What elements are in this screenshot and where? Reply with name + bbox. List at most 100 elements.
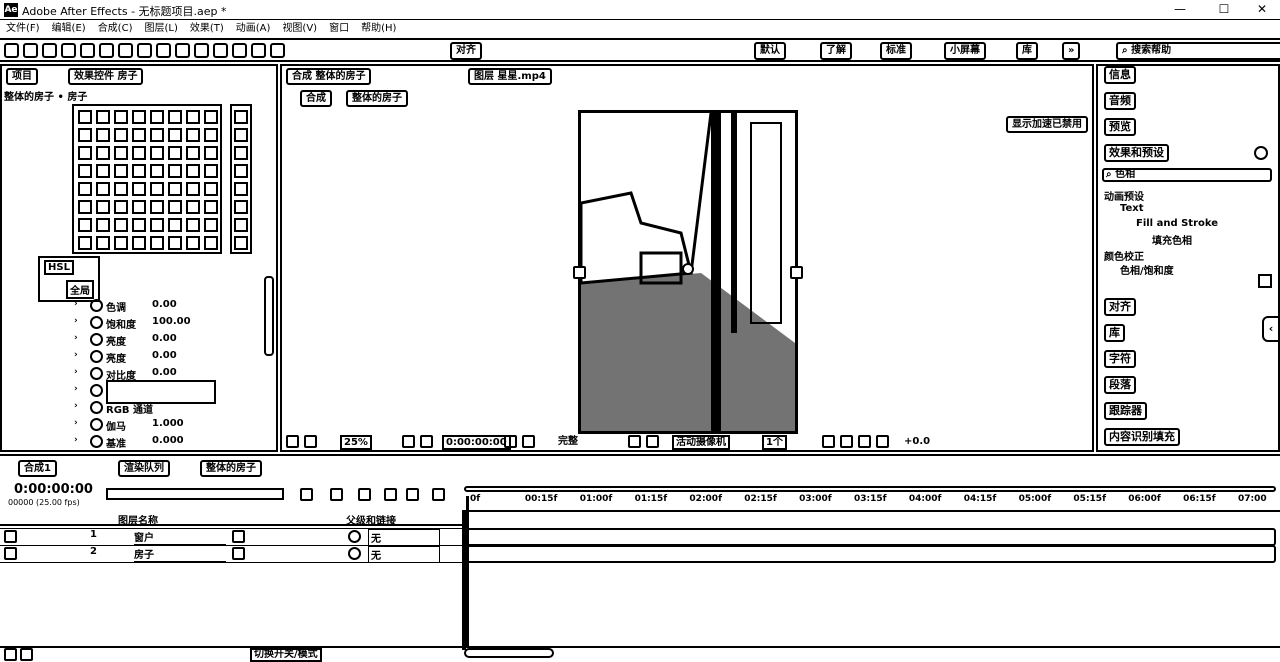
playhead[interactable] [466, 496, 469, 646]
zoom-tool-icon[interactable] [61, 43, 76, 58]
eye-icon[interactable] [4, 530, 17, 543]
stopwatch-icon[interactable] [90, 418, 103, 431]
panel-audio[interactable]: 音频 [1104, 92, 1136, 110]
layer-duration-bar[interactable] [466, 545, 1276, 563]
expand-arrow-icon[interactable]: › [74, 384, 78, 394]
stopwatch-icon[interactable] [90, 401, 103, 414]
menu-edit[interactable]: 编辑(E) [46, 20, 92, 38]
pick-whip-icon[interactable] [348, 547, 361, 560]
effects-tree-item[interactable]: 颜色校正 [1104, 248, 1144, 263]
vertical-scrollbar[interactable] [264, 276, 274, 356]
effects-tree-item[interactable]: 色相/饱和度 [1120, 262, 1174, 277]
expand-arrow-icon[interactable]: › [74, 299, 78, 309]
property-value[interactable]: 0.00 [152, 350, 177, 361]
workspace-small-screen[interactable]: 小屏幕 [944, 42, 986, 60]
menu-composition[interactable]: 合成(C) [92, 20, 139, 38]
camera-tool-icon[interactable] [99, 43, 114, 58]
menu-view[interactable]: 视图(V) [276, 20, 323, 38]
tab-render-queue[interactable]: 渲染队列 [118, 460, 170, 477]
graph-editor-icon[interactable] [432, 488, 445, 501]
effects-tree-item[interactable]: Fill and Stroke [1136, 218, 1218, 229]
panel-effects-presets[interactable]: 效果和预设 [1104, 144, 1169, 162]
roto-brush-tool-icon[interactable] [251, 43, 266, 58]
property-value[interactable]: 0.00 [152, 299, 177, 310]
panel-paragraph[interactable]: 段落 [1104, 376, 1136, 394]
shy-switch-icon[interactable] [232, 530, 245, 543]
luminance-slider[interactable] [230, 104, 252, 254]
exposure-value[interactable]: +0.0 [904, 435, 930, 448]
menu-file[interactable]: 文件(F) [0, 20, 46, 38]
menu-layer[interactable]: 图层(L) [138, 20, 183, 38]
grid-icon[interactable] [402, 435, 415, 448]
layer-switches-icon[interactable] [4, 648, 17, 661]
current-time-display[interactable]: 0:00:00:00 [442, 435, 511, 450]
property-value[interactable]: 0.00 [152, 333, 177, 344]
search-help-field[interactable]: ⌕ 搜索帮助 [1116, 42, 1280, 60]
right-handle[interactable] [790, 266, 803, 279]
parent-dropdown[interactable]: 无 [368, 529, 440, 546]
rotate-tool-icon[interactable] [80, 43, 95, 58]
panel-content-aware-fill[interactable]: 内容识别填充 [1104, 428, 1180, 446]
tab-layer[interactable]: 图层 星星.mp4 [468, 68, 552, 85]
resolution-dropdown[interactable]: 完整 [558, 435, 578, 448]
collapse-panel-icon[interactable]: ‹ [1262, 316, 1280, 342]
views-dropdown[interactable]: 1个 [762, 435, 787, 450]
left-handle[interactable] [573, 266, 586, 279]
tab-project[interactable]: 项目 [6, 68, 38, 85]
effects-tree-item[interactable]: 动画预设 [1104, 188, 1144, 203]
effects-tree-item[interactable]: 填充色相 [1152, 232, 1192, 247]
rectangle-tool-icon[interactable] [137, 43, 152, 58]
composition-viewer[interactable] [578, 110, 798, 434]
transparency-grid-icon[interactable] [646, 435, 659, 448]
stopwatch-icon[interactable] [90, 384, 103, 397]
maximize-button[interactable]: ☐ [1204, 0, 1244, 20]
menu-help[interactable]: 帮助(H) [355, 20, 402, 38]
tab-comp1[interactable]: 合成1 [18, 460, 57, 477]
column-parent-link[interactable]: 父级和链接 [346, 512, 396, 527]
tab-effect-controls[interactable]: 效果控件 房子 [68, 68, 144, 85]
tab-whole-house-timeline[interactable]: 整体的房子 [200, 460, 262, 477]
column-layer-name[interactable]: 图层名称 [118, 512, 158, 527]
stopwatch-icon[interactable] [90, 350, 103, 363]
align-toggle[interactable]: 对齐 [450, 42, 482, 60]
clone-stamp-tool-icon[interactable] [213, 43, 228, 58]
zoom-dropdown[interactable]: 25% [340, 435, 372, 450]
timeline-search-input[interactable] [106, 488, 284, 500]
puppet-tool-icon[interactable] [270, 43, 285, 58]
stopwatch-icon[interactable] [90, 435, 103, 448]
comp-mini-flowchart-icon[interactable] [300, 488, 313, 501]
workspace-learn[interactable]: 了解 [820, 42, 852, 60]
breadcrumb-comp[interactable]: 合成 [300, 90, 332, 107]
layer-duration-bar[interactable] [466, 528, 1276, 546]
work-area-bar[interactable] [464, 486, 1276, 492]
hand-tool-icon[interactable] [42, 43, 57, 58]
fast-preview-icon[interactable] [876, 435, 889, 448]
menu-effect[interactable]: 效果(T) [184, 20, 230, 38]
minimize-button[interactable]: — [1160, 0, 1200, 20]
expand-arrow-icon[interactable]: › [74, 435, 78, 445]
layer-name[interactable]: 窗户 [134, 529, 226, 546]
home-icon[interactable] [4, 43, 19, 58]
expand-arrow-icon[interactable]: › [74, 418, 78, 428]
workspace-libraries[interactable]: 库 [1016, 42, 1038, 60]
monitor-icon[interactable] [304, 435, 317, 448]
more-workspaces-icon[interactable]: » [1062, 42, 1081, 60]
channel-global-option[interactable]: 全局 [66, 280, 94, 299]
pick-whip-icon[interactable] [348, 530, 361, 543]
workspace-standard[interactable]: 标准 [880, 42, 912, 60]
panel-libraries[interactable]: 库 [1104, 324, 1125, 342]
layer-name[interactable]: 房子 [134, 546, 226, 563]
stopwatch-icon[interactable] [90, 367, 103, 380]
tab-composition[interactable]: 合成 整体的房子 [286, 68, 372, 85]
3d-view-icon[interactable] [840, 435, 853, 448]
stopwatch-icon[interactable] [90, 316, 103, 329]
zoom-slider[interactable] [464, 648, 554, 658]
expand-arrow-icon[interactable]: › [74, 350, 78, 360]
layer-row[interactable]: 1 窗户 无 [0, 528, 462, 546]
eye-icon[interactable] [4, 547, 17, 560]
selection-tool-icon[interactable] [23, 43, 38, 58]
render-icon[interactable] [822, 435, 835, 448]
close-button[interactable]: ✕ [1242, 0, 1280, 20]
flowchart-icon[interactable] [858, 435, 871, 448]
shy-layers-icon[interactable] [358, 488, 371, 501]
